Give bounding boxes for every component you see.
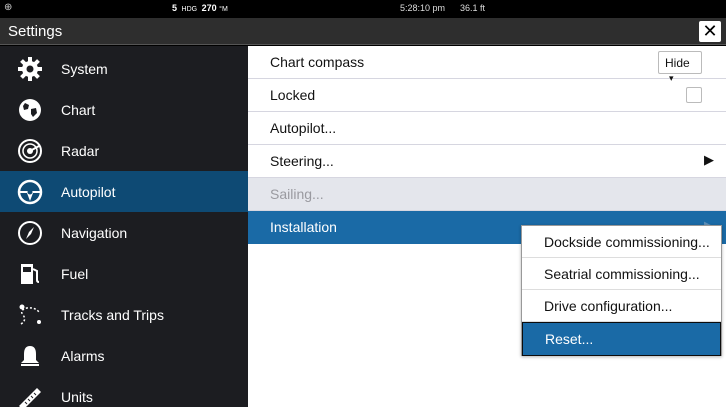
- sidebar: System Chart Radar Autopilot Navigation …: [0, 46, 248, 407]
- chart-compass-dropdown[interactable]: Hide ▾: [658, 51, 702, 83]
- sidebar-item-label: Units: [61, 388, 93, 405]
- depth-readout: 36.1 ft: [460, 3, 486, 13]
- menu-item-dockside-commissioning[interactable]: Dockside commissioning...: [522, 226, 721, 258]
- steering-wheel-icon: [16, 178, 44, 206]
- menu-item-drive-configuration[interactable]: Drive configuration...: [522, 290, 721, 322]
- setting-sailing: Sailing...: [248, 178, 726, 211]
- setting-label: Steering...: [270, 153, 334, 169]
- menu-item-label: Dockside commissioning...: [544, 234, 710, 250]
- close-button[interactable]: ✕: [699, 21, 721, 42]
- clock: 5:28:10 pm: [400, 3, 446, 13]
- tracks-icon: [16, 301, 44, 329]
- setting-label: Locked: [270, 87, 316, 103]
- sidebar-item-alarms[interactable]: Alarms: [0, 335, 248, 376]
- installation-submenu: Dockside commissioning... Seatrial commi…: [521, 225, 722, 356]
- setting-label: Sailing...: [270, 186, 324, 202]
- ruler-icon: [16, 383, 44, 407]
- sidebar-item-label: System: [61, 60, 108, 77]
- bell-icon: [16, 342, 44, 370]
- setting-label: Autopilot...: [270, 120, 337, 136]
- setting-label: Installation: [270, 219, 337, 235]
- heading-unit: °M: [219, 6, 228, 13]
- radar-icon: [16, 137, 44, 165]
- sidebar-item-autopilot[interactable]: Autopilot: [0, 171, 248, 212]
- gear-icon: [16, 55, 44, 83]
- setting-locked[interactable]: Locked: [248, 79, 726, 112]
- sidebar-item-label: Alarms: [61, 347, 105, 364]
- sidebar-item-radar[interactable]: Radar: [0, 130, 248, 171]
- fuel-pump-icon: [16, 260, 44, 288]
- sidebar-item-label: Chart: [61, 101, 96, 118]
- menu-item-label: Reset...: [545, 331, 594, 347]
- sidebar-item-label: Radar: [61, 142, 100, 159]
- sidebar-item-system[interactable]: System: [0, 48, 248, 89]
- sidebar-item-chart[interactable]: Chart: [0, 89, 248, 130]
- sidebar-item-navigation[interactable]: Navigation: [0, 212, 248, 253]
- heading-readout: 5 HDG 270 °M: [172, 3, 228, 13]
- menu-item-label: Seatrial commissioning...: [544, 266, 700, 282]
- heading-value: 5: [172, 3, 178, 13]
- globe-icon: [16, 96, 44, 124]
- sidebar-item-label: Fuel: [61, 265, 89, 282]
- dropdown-value: Hide: [665, 56, 690, 70]
- sidebar-item-label: Tracks and Trips: [61, 306, 164, 323]
- heading-degrees: 270: [201, 3, 217, 13]
- gps-icon: ⊕: [4, 2, 13, 13]
- setting-label: Chart compass: [270, 54, 365, 70]
- setting-steering[interactable]: Steering... ▶: [248, 145, 726, 178]
- status-bar: ⊕ 5 HDG 270 °M 5:28:10 pm 36.1 ft: [0, 0, 726, 18]
- page-title: Settings: [8, 23, 63, 40]
- setting-autopilot[interactable]: Autopilot...: [248, 112, 726, 145]
- chevron-right-icon: ▶: [704, 152, 714, 167]
- sidebar-item-label: Autopilot: [61, 183, 116, 200]
- menu-item-seatrial-commissioning[interactable]: Seatrial commissioning...: [522, 258, 721, 290]
- menu-item-reset[interactable]: Reset...: [522, 322, 721, 356]
- close-icon: ✕: [702, 21, 718, 41]
- sidebar-item-fuel[interactable]: Fuel: [0, 253, 248, 294]
- setting-chart-compass[interactable]: Chart compass Hide ▾: [248, 46, 726, 83]
- compass-icon: [16, 219, 44, 247]
- title-bar: Settings ✕: [0, 18, 726, 45]
- sidebar-item-label: Navigation: [61, 224, 128, 241]
- menu-item-label: Drive configuration...: [544, 298, 673, 314]
- heading-label: HDG: [181, 6, 198, 13]
- locked-checkbox[interactable]: [686, 87, 702, 103]
- sidebar-item-units[interactable]: Units: [0, 376, 248, 407]
- sidebar-item-tracks-and-trips[interactable]: Tracks and Trips: [0, 294, 248, 335]
